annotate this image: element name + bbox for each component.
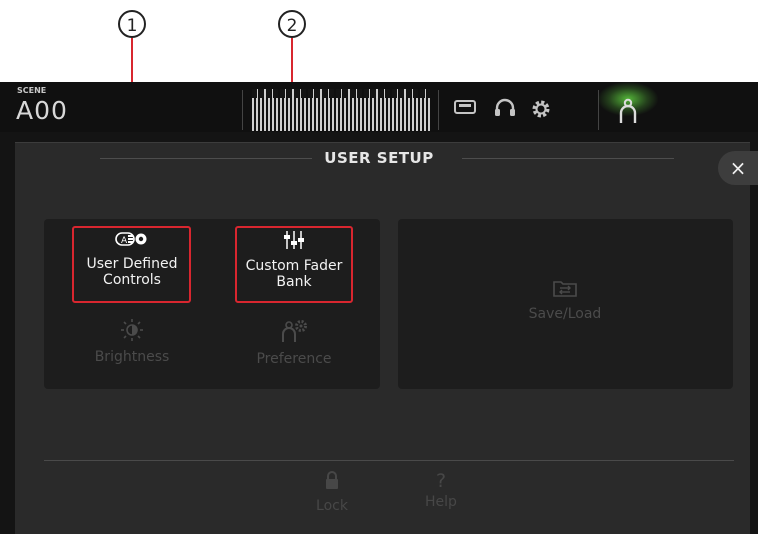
save-load-label: Save/Load [528,306,602,322]
settings-gear-icon[interactable] [529,98,553,125]
folder-transfer-icon [500,278,630,302]
brightness-button[interactable]: Brightness [74,319,190,365]
callout-2-highlight [235,226,353,303]
preference-icon [236,319,352,347]
brightness-label: Brightness [94,349,170,365]
channel-meter-bridge[interactable] [252,89,430,131]
preference-label: Preference [256,351,332,367]
scene-label: SCENE [17,86,47,95]
help-icon: ? [435,470,447,492]
lock-button[interactable]: Lock [302,470,362,514]
close-button[interactable]: × [718,151,758,185]
callout-2-number: 2 [278,10,306,38]
title-rule-right [462,158,674,159]
callout-1-number: 1 [118,10,146,38]
brightness-icon [74,319,190,345]
callout-1-highlight [72,226,191,303]
help-button[interactable]: ? Help [411,470,471,510]
preference-button[interactable]: Preference [236,319,352,367]
lock-icon [302,470,362,494]
save-load-button[interactable]: Save/Load [500,278,630,322]
help-label: Help [425,494,457,510]
bottom-divider [44,460,734,461]
recorder-icon[interactable] [453,98,477,121]
headphones-icon[interactable] [493,98,517,123]
meter-divider-left [242,90,243,130]
user-icon[interactable] [616,98,640,129]
lock-label: Lock [316,498,348,514]
meter-divider-right [438,90,439,130]
scene-number[interactable]: A00 [16,96,68,125]
